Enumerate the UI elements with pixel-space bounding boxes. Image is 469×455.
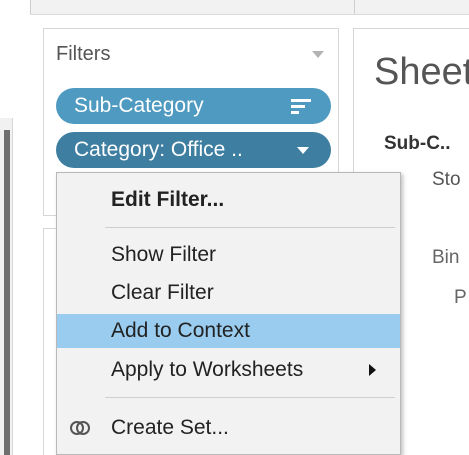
menu-item-edit-filter[interactable]: Edit Filter...: [57, 183, 400, 217]
menu-item-label: Create Set...: [111, 416, 229, 439]
row-label: Sto: [432, 169, 461, 190]
divider: [30, 0, 31, 14]
filter-pill-label: Category: Office ..: [74, 138, 243, 161]
row-header: Sub-C..: [384, 133, 451, 154]
menu-item-label: Show Filter: [111, 243, 217, 266]
chevron-right-icon: [369, 364, 376, 376]
menu-item-label: Apply to Worksheets: [111, 358, 304, 381]
sort-icon[interactable]: [291, 99, 311, 115]
filter-context-menu: Edit Filter... Show Filter Clear Filter …: [56, 172, 401, 455]
filter-pill-sub-category[interactable]: Sub-Category: [56, 88, 331, 124]
menu-item-add-to-context[interactable]: Add to Context: [57, 314, 400, 348]
menu-separator: [105, 227, 395, 228]
menu-separator: [105, 397, 395, 398]
menu-item-apply-to-worksheets[interactable]: Apply to Worksheets: [57, 353, 400, 387]
filters-title: Filters: [56, 43, 111, 65]
filter-pill-category[interactable]: Category: Office ..: [56, 132, 331, 168]
row-label: P: [454, 287, 467, 308]
menu-item-create-set[interactable]: Create Set...: [57, 411, 400, 445]
left-panel-edge: [0, 118, 13, 455]
menu-item-show-filter[interactable]: Show Filter: [57, 238, 400, 272]
divider: [354, 0, 355, 14]
menu-item-label: Add to Context: [111, 319, 250, 342]
chevron-down-icon[interactable]: [312, 51, 324, 58]
menu-item-label: Edit Filter...: [111, 188, 225, 211]
left-scrollbar[interactable]: [4, 130, 10, 455]
menu-item-label: Clear Filter: [111, 281, 214, 304]
row-label: Bin: [432, 247, 460, 268]
sheet-title: Sheet: [374, 51, 469, 93]
top-toolbar-strip: [30, 0, 469, 15]
menu-item-clear-filter[interactable]: Clear Filter: [57, 276, 400, 310]
chevron-down-icon[interactable]: [297, 147, 309, 154]
set-icon: [70, 421, 90, 435]
filter-pill-label: Sub-Category: [74, 94, 204, 117]
